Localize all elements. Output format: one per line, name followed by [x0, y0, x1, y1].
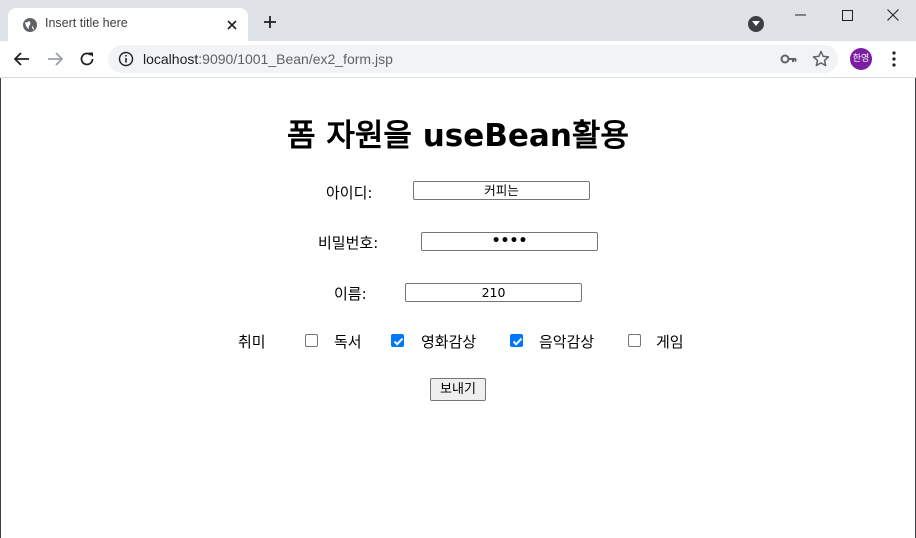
minimize-icon[interactable] — [778, 0, 824, 30]
star-icon[interactable] — [812, 50, 830, 68]
close-window-icon[interactable] — [870, 0, 916, 30]
hobby-label-games: 게임 — [656, 333, 684, 351]
hobby-checkbox-movies[interactable] — [391, 334, 404, 347]
tab-title: Insert title here — [45, 16, 128, 30]
name-input[interactable]: 210 — [405, 283, 582, 302]
address-bar[interactable]: localhost:9090/1001_Bean/ex2_form.jsp — [108, 45, 838, 73]
url-path: :9090/1001_Bean/ex2_form.jsp — [198, 51, 393, 67]
browser-titlebar: Insert title here — [0, 0, 916, 41]
hobby-checkbox-games[interactable] — [628, 334, 641, 347]
more-menu-icon[interactable] — [886, 50, 902, 68]
hobby-checkbox-reading[interactable] — [305, 334, 318, 347]
browser-tab[interactable]: Insert title here — [8, 8, 248, 41]
name-label: 이름: — [334, 285, 367, 303]
password-label: 비밀번호: — [318, 234, 379, 252]
info-icon[interactable] — [118, 51, 134, 67]
password-input[interactable]: •••• — [421, 232, 598, 251]
submit-button[interactable]: 보내기 — [430, 378, 486, 401]
checkmark-icon — [512, 337, 523, 346]
close-tab-icon[interactable] — [224, 17, 240, 33]
tab-search-icon[interactable] — [748, 16, 764, 32]
globe-icon — [23, 18, 37, 32]
id-label: 아이디: — [326, 184, 373, 202]
page-title: 폼 자원을 useBean활용 — [287, 118, 629, 154]
hobby-label-music: 음악감상 — [539, 333, 595, 351]
back-arrow-icon[interactable] — [12, 49, 32, 69]
checkmark-icon — [393, 337, 404, 346]
key-icon[interactable] — [780, 51, 798, 67]
reload-icon[interactable] — [77, 49, 97, 69]
maximize-icon[interactable] — [824, 0, 870, 30]
hobby-label-movies: 영화감상 — [421, 333, 477, 351]
avatar[interactable]: 한영 — [850, 48, 872, 70]
new-tab-icon[interactable] — [260, 12, 280, 32]
url-text[interactable]: localhost:9090/1001_Bean/ex2_form.jsp — [143, 51, 393, 67]
hobby-label-reading: 독서 — [334, 333, 362, 351]
page-content: 폼 자원을 useBean활용 아이디: 커피는 비밀번호: •••• 이름: … — [0, 78, 916, 538]
hobby-label: 취미 — [238, 333, 266, 351]
id-input[interactable]: 커피는 — [413, 181, 590, 200]
url-host: localhost — [143, 51, 199, 67]
hobby-checkbox-music[interactable] — [510, 334, 523, 347]
browser-toolbar: localhost:9090/1001_Bean/ex2_form.jsp 한영 — [0, 41, 916, 78]
forward-arrow-icon[interactable] — [45, 49, 65, 69]
